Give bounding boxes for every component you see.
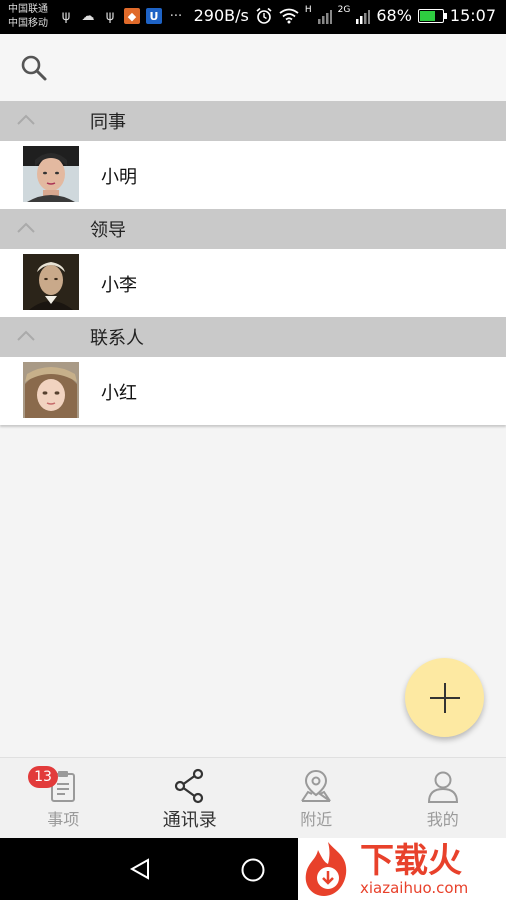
chevron-up-icon (17, 222, 35, 233)
carrier-1: 中国联通 (8, 4, 48, 15)
tab-profile[interactable]: 我的 (380, 758, 506, 838)
carrier-2: 中国移动 (8, 18, 48, 29)
signal-2g-label: 2G (337, 4, 351, 15)
notification-icons: ψ ☁ ψ ◆ U ··· (58, 8, 184, 24)
system-nav-bar: 下载火 xiazaihuo.com (0, 838, 506, 900)
battery-percent: 68% (376, 6, 412, 25)
contact-name: 小明 (101, 167, 137, 188)
group-title: 联系人 (90, 328, 144, 349)
tab-contacts[interactable]: 通讯录 (127, 758, 254, 838)
tab-label: 我的 (426, 810, 459, 829)
tab-label: 附近 (300, 810, 333, 829)
home-icon[interactable] (240, 857, 266, 883)
avatar (23, 146, 79, 202)
contact-name: 小红 (101, 383, 137, 404)
add-contact-button[interactable] (405, 658, 484, 737)
contact-card[interactable]: 小红 (0, 357, 506, 425)
more-icon: ··· (169, 8, 183, 24)
app-notification-icon: ◆ (124, 8, 140, 24)
chevron-up-icon (17, 330, 35, 341)
status-bar: 中国联通 中国移动 ψ ☁ ψ ◆ U ··· 290B/s H 2G 68% … (0, 0, 506, 34)
cloud-icon: ☁ (81, 8, 95, 24)
signal-icon (356, 9, 371, 24)
alarm-icon (256, 7, 272, 24)
plus-icon (429, 682, 460, 713)
signal-h-label: H (304, 4, 312, 15)
watermark-subtitle: xiazaihuo.com (360, 879, 469, 897)
tab-nearby[interactable]: 附近 (253, 758, 380, 838)
share-icon (174, 768, 203, 804)
status-right: 290B/s H 2G 68% 15:07 (193, 4, 496, 26)
group-title: 同事 (90, 112, 126, 133)
usb-icon: ψ (61, 8, 71, 24)
contact-name: 小李 (101, 275, 137, 296)
network-speed: 290B/s (193, 6, 249, 25)
flame-logo-icon (305, 842, 347, 896)
avatar (23, 254, 79, 310)
tab-tasks[interactable]: 事项 13 (0, 758, 127, 838)
contact-card[interactable]: 小李 (0, 249, 506, 317)
battery-icon (417, 8, 447, 23)
tab-label: 通讯录 (162, 810, 217, 831)
usb-icon: ψ (105, 8, 115, 24)
watermark-title: 下载火 (360, 841, 462, 881)
search-icon[interactable] (20, 54, 48, 82)
map-pin-icon (301, 769, 332, 802)
wifi-icon (279, 8, 299, 23)
watermark: 下载火 xiazaihuo.com (298, 838, 506, 900)
avatar (23, 362, 79, 418)
back-icon[interactable] (128, 857, 152, 881)
group-header-contacts[interactable]: 联系人 (0, 317, 506, 357)
search-bar (0, 34, 506, 101)
u-app-icon: U (146, 8, 162, 24)
contact-card[interactable]: 小明 (0, 141, 506, 209)
chevron-up-icon (17, 114, 35, 125)
contact-list: 同事 小明 领导 小李 联系人 小红 (0, 101, 506, 425)
group-title: 领导 (90, 220, 126, 241)
group-header-colleagues[interactable]: 同事 (0, 101, 506, 141)
group-header-leaders[interactable]: 领导 (0, 209, 506, 249)
signal-icon (317, 9, 332, 24)
person-icon (427, 771, 458, 803)
notification-badge: 13 (28, 766, 58, 788)
clock: 15:07 (449, 6, 496, 25)
watermark-text: 下载火 xiazaihuo.com (360, 842, 468, 896)
carrier-names: 中国联通 中国移动 (8, 3, 48, 31)
tab-label: 事项 (47, 810, 80, 829)
bottom-tab-bar: 事项 13 通讯录 附近 我的 (0, 757, 506, 838)
